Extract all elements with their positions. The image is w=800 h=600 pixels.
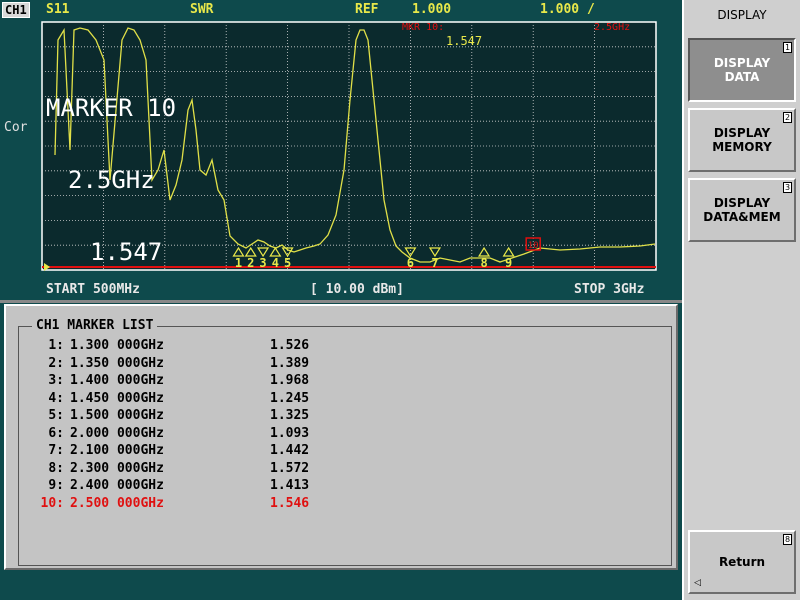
marker-readout-freq: 2.5GHz — [594, 22, 631, 33]
stop-frequency: STOP 3GHz — [574, 282, 645, 297]
marker-index: 4: — [48, 390, 64, 406]
marker-label-2: 2 — [247, 256, 254, 270]
correction-status: Cor — [4, 120, 28, 135]
panel-divider — [0, 300, 682, 303]
marker-value-cell: 1.093 — [270, 425, 310, 441]
marker-row: 2: 1.350 000GHz 1.389 — [30, 356, 390, 371]
softkey-number-8: 8 — [783, 534, 792, 545]
marker-list-panel: CH1 MARKER LIST 1: 1.300 000GHz 1.526 2: 1.3… — [4, 304, 678, 570]
marker-index: 8: — [48, 460, 64, 476]
ref-value: 1.000 — [412, 2, 452, 17]
marker-label-9: 9 — [505, 256, 512, 270]
marker-frequency-cell: 1.450 000GHz — [70, 390, 164, 406]
source-power: [ 10.00 dBm] — [310, 282, 404, 297]
trace-display: 1 2 3 4 5 6 7 8 9 10 CH1 S11 SWR REF 1.000 1.000 … — [0, 0, 682, 300]
marker-frequency-cell: 2.300 000GHz — [70, 460, 164, 476]
marker-label-7: 7 — [431, 256, 438, 270]
marker-row: 8: 2.300 000GHz 1.572 — [30, 461, 390, 476]
marker-value-cell: 1.968 — [270, 373, 310, 388]
marker-value-cell: 1.325 — [270, 408, 310, 423]
channel-indicator: CH1 — [2, 2, 30, 18]
marker-frequency: 2.5GHz — [68, 166, 155, 194]
marker-index: 9: — [48, 478, 64, 493]
scale-value: 1.000 / — [540, 2, 595, 17]
marker-label-10: 10 — [528, 241, 539, 251]
marker-row: 6: 2.000 000GHz 1.093 — [30, 426, 390, 441]
marker-readout-value: 1.547 — [446, 34, 483, 48]
marker-frequency-cell: 2.400 000GHz — [70, 478, 164, 493]
softkey-number-2: 2 — [783, 112, 792, 123]
marker-value-cell: 1.389 — [270, 355, 310, 371]
left-arrow-icon: ◁ — [694, 578, 701, 588]
softkey-number-3: 3 — [783, 182, 792, 193]
marker-index: 10: — [40, 495, 64, 511]
marker-row: 5: 1.500 000GHz 1.325 — [30, 408, 390, 423]
marker-row: 3: 1.400 000GHz 1.968 — [30, 373, 390, 388]
marker-index: 2: — [48, 355, 64, 371]
marker-title: MARKER 10 — [46, 94, 177, 122]
marker-label-6: 6 — [407, 256, 414, 270]
marker-value-cell: 1.572 — [270, 460, 310, 476]
marker-frequency-cell: 2.500 000GHz — [70, 495, 164, 511]
active-marker-readout: MARKER 10 2.5GHz 1.547 — [46, 48, 176, 312]
marker-index: 7: — [48, 443, 64, 458]
return-label: Return — [718, 555, 766, 569]
softkey-menu-title: DISPLAY — [717, 8, 767, 22]
marker-row: 4: 1.450 000GHz 1.245 — [30, 391, 390, 406]
display-memory-button[interactable]: DISPLAY MEMORY 2 — [688, 108, 796, 172]
marker-frequency-cell: 2.100 000GHz — [70, 443, 164, 458]
parameter-label: S11 — [46, 2, 70, 17]
marker-row: 9: 2.400 000GHz 1.413 — [30, 478, 390, 493]
return-button[interactable]: Return 8 ◁ — [688, 530, 796, 594]
marker-frequency-cell: 1.300 000GHz — [70, 338, 164, 353]
marker-label-3: 3 — [259, 256, 266, 270]
display-data-label: DISPLAY DATA — [713, 56, 771, 84]
marker-label-8: 8 — [480, 256, 487, 270]
marker-label-4: 4 — [272, 256, 279, 270]
format-label: SWR — [190, 2, 214, 17]
display-data-mem-button[interactable]: DISPLAY DATA&MEM 3 — [688, 178, 796, 242]
marker-value-cell: 1.526 — [270, 338, 310, 353]
marker-value-cell: 1.245 — [270, 390, 310, 406]
marker-label-5: 5 — [284, 256, 291, 270]
marker-frequency-cell: 1.400 000GHz — [70, 373, 164, 388]
marker-value-cell: 1.442 — [270, 443, 310, 458]
softkey-number-1: 1 — [783, 42, 792, 53]
marker-label-1: 1 — [235, 256, 242, 270]
marker-index: 1: — [48, 338, 64, 353]
marker-value: 1.547 — [90, 238, 163, 266]
status-strip — [0, 574, 682, 600]
ref-label: REF — [355, 2, 379, 17]
display-data-button[interactable]: DISPLAY DATA 1 — [688, 38, 796, 102]
marker-value-cell: 1.546 — [270, 495, 310, 511]
marker-index: 3: — [48, 373, 64, 388]
start-frequency: START 500MHz — [46, 282, 140, 297]
marker-row: 7: 2.100 000GHz 1.442 — [30, 443, 390, 458]
marker-index: 6: — [48, 425, 64, 441]
marker-row: 1: 1.300 000GHz 1.526 — [30, 338, 390, 353]
marker-row: 10: 2.500 000GHz 1.546 — [30, 496, 390, 511]
marker-frequency-cell: 1.350 000GHz — [70, 355, 164, 371]
marker-frequency-cell: 1.500 000GHz — [70, 408, 164, 423]
display-memory-label: DISPLAY MEMORY — [712, 126, 772, 154]
marker-readout-label: MKR 10: — [402, 22, 445, 33]
display-data-mem-label: DISPLAY DATA&MEM — [703, 196, 781, 224]
marker-value-cell: 1.413 — [270, 478, 310, 493]
marker-index: 5: — [48, 408, 64, 423]
softkey-panel: DISPLAY DISPLAY DATA 1 DISPLAY MEMORY 2 … — [682, 0, 800, 600]
marker-list-title: CH1 MARKER LIST — [32, 318, 158, 333]
marker-frequency-cell: 2.000 000GHz — [70, 425, 164, 441]
